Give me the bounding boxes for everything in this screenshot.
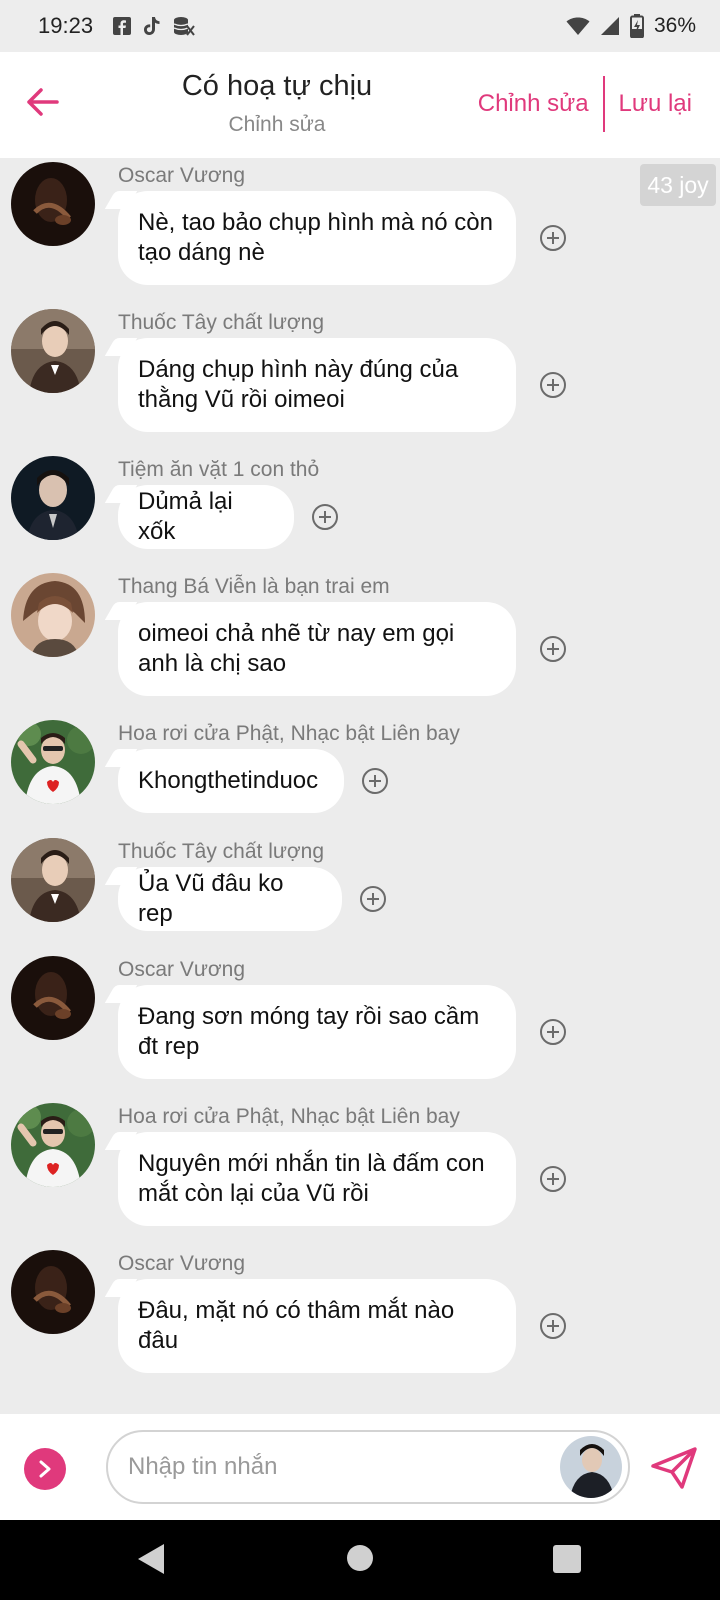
message-bubble[interactable]: Dủmả lại xốk: [118, 485, 294, 549]
plus-icon: [369, 775, 381, 787]
status-app-icons: [113, 16, 195, 36]
plus-icon: [547, 232, 559, 244]
message-text: Dủmả lại xốk: [138, 488, 233, 545]
message-input[interactable]: [128, 1432, 548, 1502]
header-divider: [602, 76, 605, 132]
chat-message-list[interactable]: 43 joy Oscar Vương Nè, tao bảo chụp hình…: [0, 158, 720, 1414]
message-text: Dáng chụp hình này đúng của thằng Vũ rồi…: [138, 356, 459, 413]
message-text: Khongthetinduoc: [138, 767, 319, 794]
sender-name: Thuốc Tây chất lượng: [118, 840, 325, 863]
page-title: Có hoạ tự chịu: [181, 70, 373, 102]
signal-icon: [600, 16, 620, 36]
add-reaction-button[interactable]: [540, 1166, 566, 1192]
sender-name: Thang Bá Viễn là bạn trai em: [118, 575, 390, 598]
message-bubble[interactable]: Đâu, mặt nó có thâm mắt nào đâu: [118, 1279, 516, 1373]
plus-icon: [547, 1173, 559, 1185]
plus-icon: [319, 511, 331, 523]
expand-button[interactable]: [24, 1448, 66, 1490]
header-actions: Chỉnh sửa Lưu lại: [466, 76, 704, 132]
sender-name: Oscar Vương: [118, 1252, 246, 1275]
avatar[interactable]: [11, 1250, 95, 1334]
add-reaction-button[interactable]: [540, 225, 566, 251]
chevron-right-icon: [39, 1460, 51, 1478]
message-input-wrapper: [106, 1430, 630, 1504]
nav-recents-button[interactable]: [552, 1544, 582, 1579]
plus-icon: [367, 893, 379, 905]
tiktok-icon: [143, 16, 161, 36]
title-block: Có hoạ tự chịu Chỉnh sửa: [130, 70, 424, 137]
plus-icon: [547, 643, 559, 655]
message-text: Nè, tao bảo chụp hình mà nó còn tạo dáng…: [138, 209, 493, 266]
wifi-icon: [566, 16, 590, 36]
data-icon: [173, 16, 195, 36]
triangle-back-icon: [138, 1544, 164, 1574]
battery-percent: 36%: [653, 14, 696, 37]
avatar[interactable]: [11, 309, 95, 393]
system-nav-bar: [0, 1520, 720, 1600]
message-bubble[interactable]: Dáng chụp hình này đúng của thằng Vũ rồi…: [118, 338, 516, 432]
circle-home-icon: [347, 1545, 373, 1571]
avatar[interactable]: [11, 456, 95, 540]
message-bubble[interactable]: Nè, tao bảo chụp hình mà nó còn tạo dáng…: [118, 191, 516, 285]
message-bubble[interactable]: Nguyên mới nhắn tin là đấm con mắt còn l…: [118, 1132, 516, 1226]
plus-icon: [547, 379, 559, 391]
sender-name: Hoa rơi cửa Phật, Nhạc bật Liên bay: [118, 1105, 460, 1128]
message-bubble[interactable]: oimeoi chả nhẽ từ nay em gọi anh là chị …: [118, 602, 516, 696]
arrow-left-icon: [27, 88, 59, 116]
send-icon: [651, 1447, 697, 1489]
avatar[interactable]: [11, 720, 95, 804]
chat-header: Có hoạ tự chịu Chỉnh sửa Chỉnh sửa Lưu l…: [0, 52, 720, 158]
message-text: Ủa Vũ đâu ko rep: [138, 870, 284, 927]
message-text: Đâu, mặt nó có thâm mắt nào đâu: [138, 1297, 455, 1354]
page-subtitle: Chỉnh sửa: [228, 113, 326, 136]
sender-name: Tiệm ăn vặt 1 con thỏ: [118, 458, 320, 481]
add-reaction-button[interactable]: [360, 886, 386, 912]
message-text: oimeoi chả nhẽ từ nay em gọi anh là chị …: [138, 620, 455, 677]
battery-charging-icon: [629, 14, 644, 38]
message-bubble[interactable]: Đang sơn móng tay rồi sao cầm đt rep: [118, 985, 516, 1079]
add-reaction-button[interactable]: [540, 1019, 566, 1045]
sender-name: Hoa rơi cửa Phật, Nhạc bật Liên bay: [118, 722, 460, 745]
message-composer: [0, 1414, 720, 1520]
message-text: Đang sơn móng tay rồi sao cầm đt rep: [138, 1003, 480, 1060]
message-text: Nguyên mới nhắn tin là đấm con mắt còn l…: [138, 1150, 485, 1207]
nav-home-button[interactable]: [346, 1544, 374, 1577]
avatar[interactable]: [11, 956, 95, 1040]
nav-back-button[interactable]: [136, 1542, 166, 1581]
persona-avatar[interactable]: [560, 1436, 622, 1498]
joy-badge: 43 joy: [640, 164, 716, 206]
add-reaction-button[interactable]: [540, 1313, 566, 1339]
avatar[interactable]: [11, 1103, 95, 1187]
status-bar: 19:23 36%: [0, 0, 720, 52]
plus-icon: [547, 1320, 559, 1332]
status-right: 36%: [566, 14, 696, 38]
add-reaction-button[interactable]: [540, 372, 566, 398]
avatar[interactable]: [11, 838, 95, 922]
avatar[interactable]: [11, 162, 95, 246]
message-bubble[interactable]: Khongthetinduoc: [118, 749, 344, 813]
message-bubble[interactable]: Ủa Vũ đâu ko rep: [118, 867, 342, 931]
back-button[interactable]: [22, 82, 62, 122]
sender-name: Oscar Vương: [118, 164, 246, 187]
save-button[interactable]: Lưu lại: [607, 90, 704, 118]
plus-icon: [547, 1026, 559, 1038]
edit-button[interactable]: Chỉnh sửa: [466, 90, 601, 118]
send-button[interactable]: [650, 1446, 698, 1490]
add-reaction-button[interactable]: [362, 768, 388, 794]
add-reaction-button[interactable]: [312, 504, 338, 530]
square-recents-icon: [553, 1545, 581, 1573]
avatar[interactable]: [11, 573, 95, 657]
add-reaction-button[interactable]: [540, 636, 566, 662]
facebook-icon: [113, 17, 132, 35]
status-time: 19:23: [38, 13, 94, 38]
sender-name: Thuốc Tây chất lượng: [118, 311, 325, 334]
sender-name: Oscar Vương: [118, 958, 246, 981]
